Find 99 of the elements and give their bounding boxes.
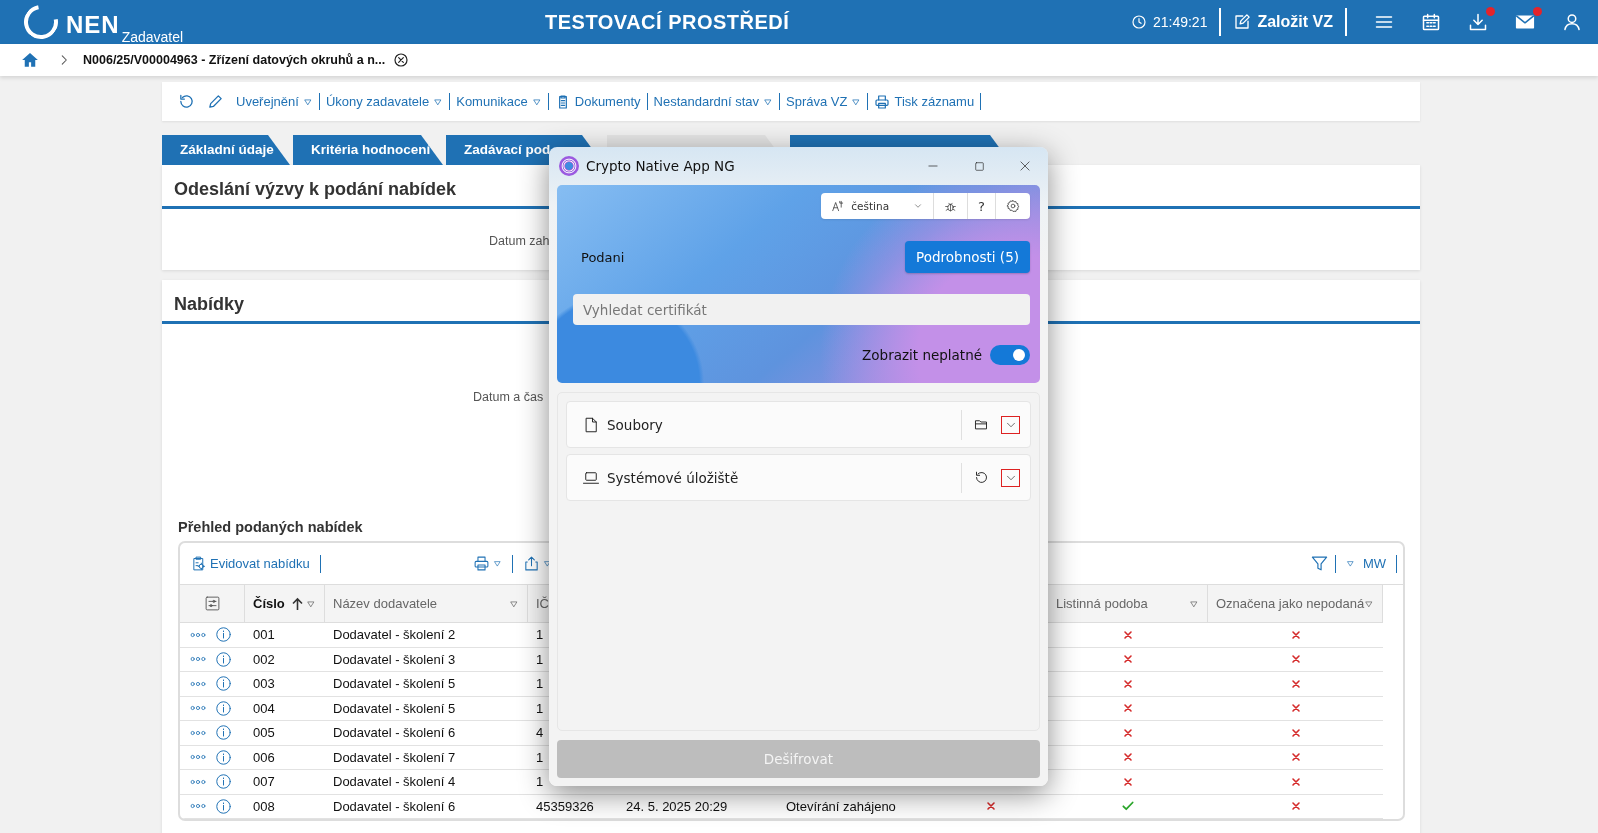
toolbar-menu-button[interactable]: Komunikace [450, 94, 548, 109]
edit-icon [1233, 13, 1252, 31]
table-cell: Dodavatel - školení 7 [325, 745, 528, 770]
language-dropdown[interactable]: čeština [821, 193, 935, 219]
dropdown-icon [542, 559, 552, 568]
pencil-icon[interactable] [207, 93, 224, 110]
table-cell: Dodavatel - školení 3 [325, 647, 528, 672]
column-header[interactable]: Číslo [245, 585, 325, 623]
calendar-icon[interactable] [1421, 12, 1441, 32]
settings-icon [1006, 199, 1020, 213]
table-cell: 45359326 [528, 794, 618, 819]
envelope-icon[interactable] [1515, 12, 1535, 32]
table-title: Přehled podaných nabídek [178, 519, 364, 535]
close-icon [1018, 159, 1032, 173]
table-cell: Dodavatel - školení 5 [325, 672, 528, 697]
store-action-button[interactable] [974, 417, 989, 432]
filter-dropdown-icon[interactable] [509, 598, 519, 609]
environment-title: TESTOVACÍ PROSTŘEDÍ [545, 10, 790, 34]
info-icon[interactable] [215, 675, 232, 693]
info-icon[interactable] [215, 773, 232, 791]
field-label: Datum a čas [473, 390, 544, 404]
section-title: Nabídky [174, 294, 245, 315]
dropdown-icon [492, 559, 502, 568]
table-cell: 006 [245, 745, 325, 770]
toggle-label: Zobrazit neplatné [862, 347, 982, 363]
app-logo-icon [559, 156, 579, 176]
table-cell: 24. 5. 2025 20:29 [618, 794, 778, 819]
toolbar-menu-button[interactable]: Správa VZ [780, 94, 868, 109]
user-icon[interactable] [1562, 12, 1582, 32]
maximize-icon [972, 159, 986, 173]
toolbar-menu-button[interactable]: Nestandardní stav [647, 94, 780, 109]
export-icon [522, 555, 540, 572]
table-cell: Dodavatel - školení 4 [325, 770, 528, 795]
column-settings-icon[interactable] [203, 595, 221, 612]
store-label: Soubory [607, 416, 663, 433]
breadcrumb-title[interactable]: N006/25/V00004963 - Zřízení datových okruhů a n... [83, 53, 386, 67]
clock-icon [1130, 14, 1147, 30]
sort-arrow-icon [290, 596, 304, 611]
expand-button[interactable] [1001, 415, 1020, 434]
store-label: Systémové úložiště [607, 469, 739, 486]
info-icon[interactable] [215, 699, 232, 717]
chevron-down-icon [913, 201, 924, 211]
filter-icon[interactable] [1309, 554, 1329, 573]
folder-icon [974, 417, 989, 432]
refresh-icon[interactable] [178, 93, 195, 110]
time-text: 21:49:21 [1152, 14, 1208, 30]
table-cell: 008 [245, 794, 325, 819]
toolbar-menu-button[interactable]: Dokumenty [548, 93, 647, 110]
table-cell: 005 [245, 721, 325, 746]
table-cell: Otevírání zahájeno [778, 794, 933, 819]
table-cell: Dodavatel - školení 6 [325, 794, 528, 819]
help-button[interactable]: ? [968, 193, 996, 219]
tab[interactable]: Kritéria hodnocení [293, 135, 443, 165]
language-icon [831, 199, 846, 213]
filter-dropdown-icon[interactable] [306, 598, 316, 609]
table-cell: 004 [245, 696, 325, 721]
toggle-switch[interactable] [990, 345, 1030, 365]
column-header[interactable]: Označena jako nepodaná [1208, 585, 1383, 623]
toolbar-menu-button[interactable]: Úkony zadavatele [319, 94, 450, 109]
home-icon[interactable] [21, 51, 39, 69]
refresh-icon [974, 470, 989, 485]
table-cell: Dodavatel - školení 5 [325, 696, 528, 721]
toolbar-menu-button[interactable]: Tisk záznamu [868, 93, 981, 110]
toolbar-menu-button[interactable]: Uveřejnění [230, 94, 319, 109]
logo-text: NEN [66, 11, 120, 39]
info-icon[interactable] [215, 626, 232, 644]
printer-icon [472, 555, 490, 572]
context-label: Podani [580, 249, 625, 265]
dropdown-icon [1345, 559, 1355, 568]
info-icon[interactable] [215, 748, 232, 766]
download-icon[interactable] [1468, 12, 1488, 32]
details-button[interactable]: Podrobnosti (5) [905, 241, 1030, 273]
view-button[interactable]: MW [1341, 556, 1390, 571]
table-cell: 003 [245, 672, 325, 697]
expand-button[interactable] [1001, 468, 1020, 487]
role-label: Zadavatel [121, 29, 184, 45]
store-action-button[interactable] [974, 470, 989, 485]
tab[interactable]: Základní údaje [162, 135, 290, 165]
table-cell: 007 [245, 770, 325, 795]
section-title: Odeslání výzvy k podání nabídek [174, 179, 457, 200]
table-cell: 002 [245, 647, 325, 672]
info-icon[interactable] [215, 797, 232, 815]
table-cell: 001 [245, 623, 325, 648]
column-header[interactable]: Listinná podoba [1048, 585, 1208, 623]
info-icon[interactable] [215, 650, 232, 668]
field-label: Datum zah [489, 234, 550, 248]
table-cell: Dodavatel - školení 6 [325, 721, 528, 746]
printer-icon [874, 93, 891, 110]
column-header[interactable]: Název dodavatele [325, 585, 528, 623]
filter-dropdown-icon[interactable] [1189, 598, 1199, 609]
close-icon[interactable] [393, 52, 410, 68]
store-row[interactable]: Systémové úložiště [566, 454, 1031, 501]
info-icon[interactable] [215, 724, 232, 742]
add-offer-button[interactable]: Evidovat nabídku [186, 555, 314, 572]
table-cell: Dodavatel - školení 2 [325, 623, 528, 648]
search-field[interactable]: Vyhledat certifikát [573, 294, 1030, 325]
store-row[interactable]: Soubory [566, 401, 1031, 448]
create-button[interactable]: Založit VZ [1221, 13, 1345, 31]
filter-dropdown-icon[interactable] [1364, 598, 1375, 609]
